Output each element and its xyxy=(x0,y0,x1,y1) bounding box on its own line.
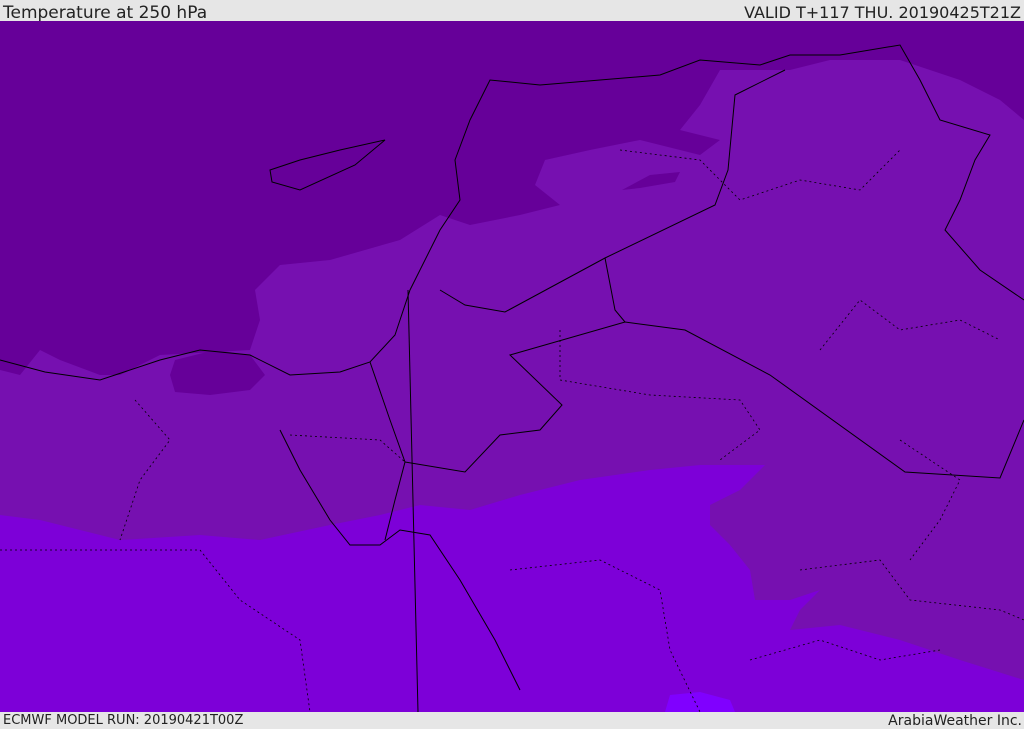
brand-label: ArabiaWeather Inc. xyxy=(888,713,1022,729)
valid-time: VALID T+117 THU. 20190425T21Z xyxy=(744,3,1021,22)
map-title: Temperature at 250 hPa xyxy=(3,3,208,23)
header-bar: Temperature at 250 hPa VALID T+117 THU. … xyxy=(0,0,1024,23)
temperature-map xyxy=(0,21,1024,712)
footer-bar: ECMWF MODEL RUN: 20190421T00Z ArabiaWeat… xyxy=(0,712,1024,729)
model-run-label: ECMWF MODEL RUN: 20190421T00Z xyxy=(3,713,244,728)
